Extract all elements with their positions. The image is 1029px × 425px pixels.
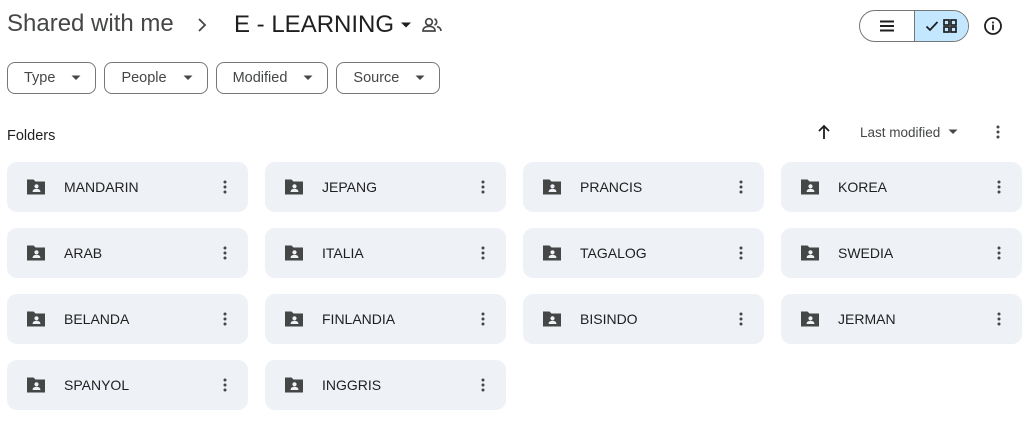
shared-folder-icon: [541, 177, 563, 197]
folder-name: BELANDA: [64, 311, 130, 327]
folder-card[interactable]: INGGRIS: [265, 360, 506, 410]
folder-name: JERMAN: [838, 311, 896, 327]
filter-chip-label: Source: [353, 70, 400, 86]
breadcrumb-root[interactable]: Shared with me: [7, 10, 174, 38]
folder-card[interactable]: BELANDA: [7, 294, 248, 344]
people-icon[interactable]: [421, 15, 443, 35]
more-vert-icon[interactable]: [472, 241, 494, 265]
section-title-folders: Folders: [7, 128, 56, 144]
sort-field-dropdown[interactable]: Last modified: [856, 118, 962, 146]
folder-name: SWEDIA: [838, 245, 894, 261]
grid-view-button[interactable]: [913, 11, 968, 41]
filter-chip-source[interactable]: Source: [336, 62, 441, 94]
shared-folder-icon: [25, 243, 47, 263]
folder-card[interactable]: FINLANDIA: [265, 294, 506, 344]
sort-direction-button[interactable]: [812, 120, 836, 144]
breadcrumb-current-folder[interactable]: E - LEARNING: [228, 6, 418, 44]
filter-chip-label: Modified: [232, 70, 288, 86]
more-vert-icon[interactable]: [988, 241, 1010, 265]
folder-card[interactable]: PRANCIS: [523, 162, 764, 212]
caret-down-icon: [71, 75, 81, 80]
grid-view-icon: [943, 19, 958, 33]
filter-chip-label: Type: [24, 70, 56, 86]
folder-card[interactable]: BISINDO: [523, 294, 764, 344]
folder-name: TAGALOG: [580, 245, 647, 261]
folder-card[interactable]: TAGALOG: [523, 228, 764, 278]
more-vert-icon[interactable]: [472, 175, 494, 199]
folder-card[interactable]: SPANYOL: [7, 360, 248, 410]
folders-more-options-button[interactable]: [986, 120, 1010, 144]
shared-folder-icon: [25, 177, 47, 197]
folder-name: ITALIA: [322, 245, 364, 261]
more-vert-icon: [996, 125, 1000, 139]
more-vert-icon[interactable]: [214, 175, 236, 199]
list-view-button[interactable]: [860, 11, 914, 41]
sort-field-label: Last modified: [860, 124, 941, 140]
folder-name: INGGRIS: [322, 377, 382, 393]
folder-card[interactable]: JERMAN: [781, 294, 1022, 344]
more-vert-icon[interactable]: [988, 307, 1010, 331]
shared-folder-icon: [25, 309, 47, 329]
more-vert-icon[interactable]: [214, 307, 236, 331]
more-vert-icon[interactable]: [472, 307, 494, 331]
check-icon: [926, 21, 939, 32]
filter-chip-modified[interactable]: Modified: [215, 62, 329, 94]
folder-card[interactable]: ARAB: [7, 228, 248, 278]
folder-name: FINLANDIA: [322, 311, 396, 327]
more-vert-icon[interactable]: [730, 175, 752, 199]
folder-name: KOREA: [838, 179, 888, 195]
shared-folder-icon: [25, 375, 47, 395]
caret-down-icon: [401, 22, 412, 28]
chevron-right-icon: [198, 18, 207, 32]
header: Shared with me E - LEARNING: [0, 0, 1029, 52]
folder-name: ARAB: [64, 245, 103, 261]
info-icon: [984, 17, 1002, 35]
caret-down-icon: [183, 75, 193, 80]
filter-bar: Type People Modified Source: [7, 62, 441, 94]
arrow-up-icon: [818, 124, 830, 139]
info-button[interactable]: [981, 13, 1005, 39]
shared-folder-icon: [283, 243, 305, 263]
folder-name: MANDARIN: [64, 179, 139, 195]
folder-name: SPANYOL: [64, 377, 130, 393]
more-vert-icon[interactable]: [730, 241, 752, 265]
filter-chip-people[interactable]: People: [104, 62, 208, 94]
folder-card[interactable]: ITALIA: [265, 228, 506, 278]
folder-name: PRANCIS: [580, 179, 643, 195]
folder-card[interactable]: JEPANG: [265, 162, 506, 212]
caret-down-icon: [415, 75, 425, 80]
shared-folder-icon: [541, 243, 563, 263]
folder-card[interactable]: SWEDIA: [781, 228, 1022, 278]
shared-folder-icon: [283, 375, 305, 395]
more-vert-icon[interactable]: [988, 175, 1010, 199]
breadcrumb-current-label: E - LEARNING: [234, 11, 395, 38]
caret-down-icon: [303, 75, 313, 80]
more-vert-icon[interactable]: [214, 373, 236, 397]
folder-card[interactable]: KOREA: [781, 162, 1022, 212]
list-view-icon: [879, 20, 894, 32]
folder-card[interactable]: MANDARIN: [7, 162, 248, 212]
view-toggle: [859, 10, 969, 42]
more-vert-icon[interactable]: [472, 373, 494, 397]
shared-folder-icon: [799, 177, 821, 197]
filter-chip-label: People: [121, 70, 167, 86]
folder-name: BISINDO: [580, 311, 638, 327]
more-vert-icon[interactable]: [730, 307, 752, 331]
shared-folder-icon: [799, 309, 821, 329]
caret-down-icon: [948, 129, 958, 134]
filter-chip-type[interactable]: Type: [7, 62, 97, 94]
shared-folder-icon: [283, 309, 305, 329]
shared-folder-icon: [799, 243, 821, 263]
folder-name: JEPANG: [322, 179, 377, 195]
more-vert-icon[interactable]: [214, 241, 236, 265]
folder-grid: MANDARIN JEPANG PRANCIS KOREA ARAB ITALIA TAGA…: [7, 162, 1022, 410]
shared-folder-icon: [283, 177, 305, 197]
shared-folder-icon: [541, 309, 563, 329]
